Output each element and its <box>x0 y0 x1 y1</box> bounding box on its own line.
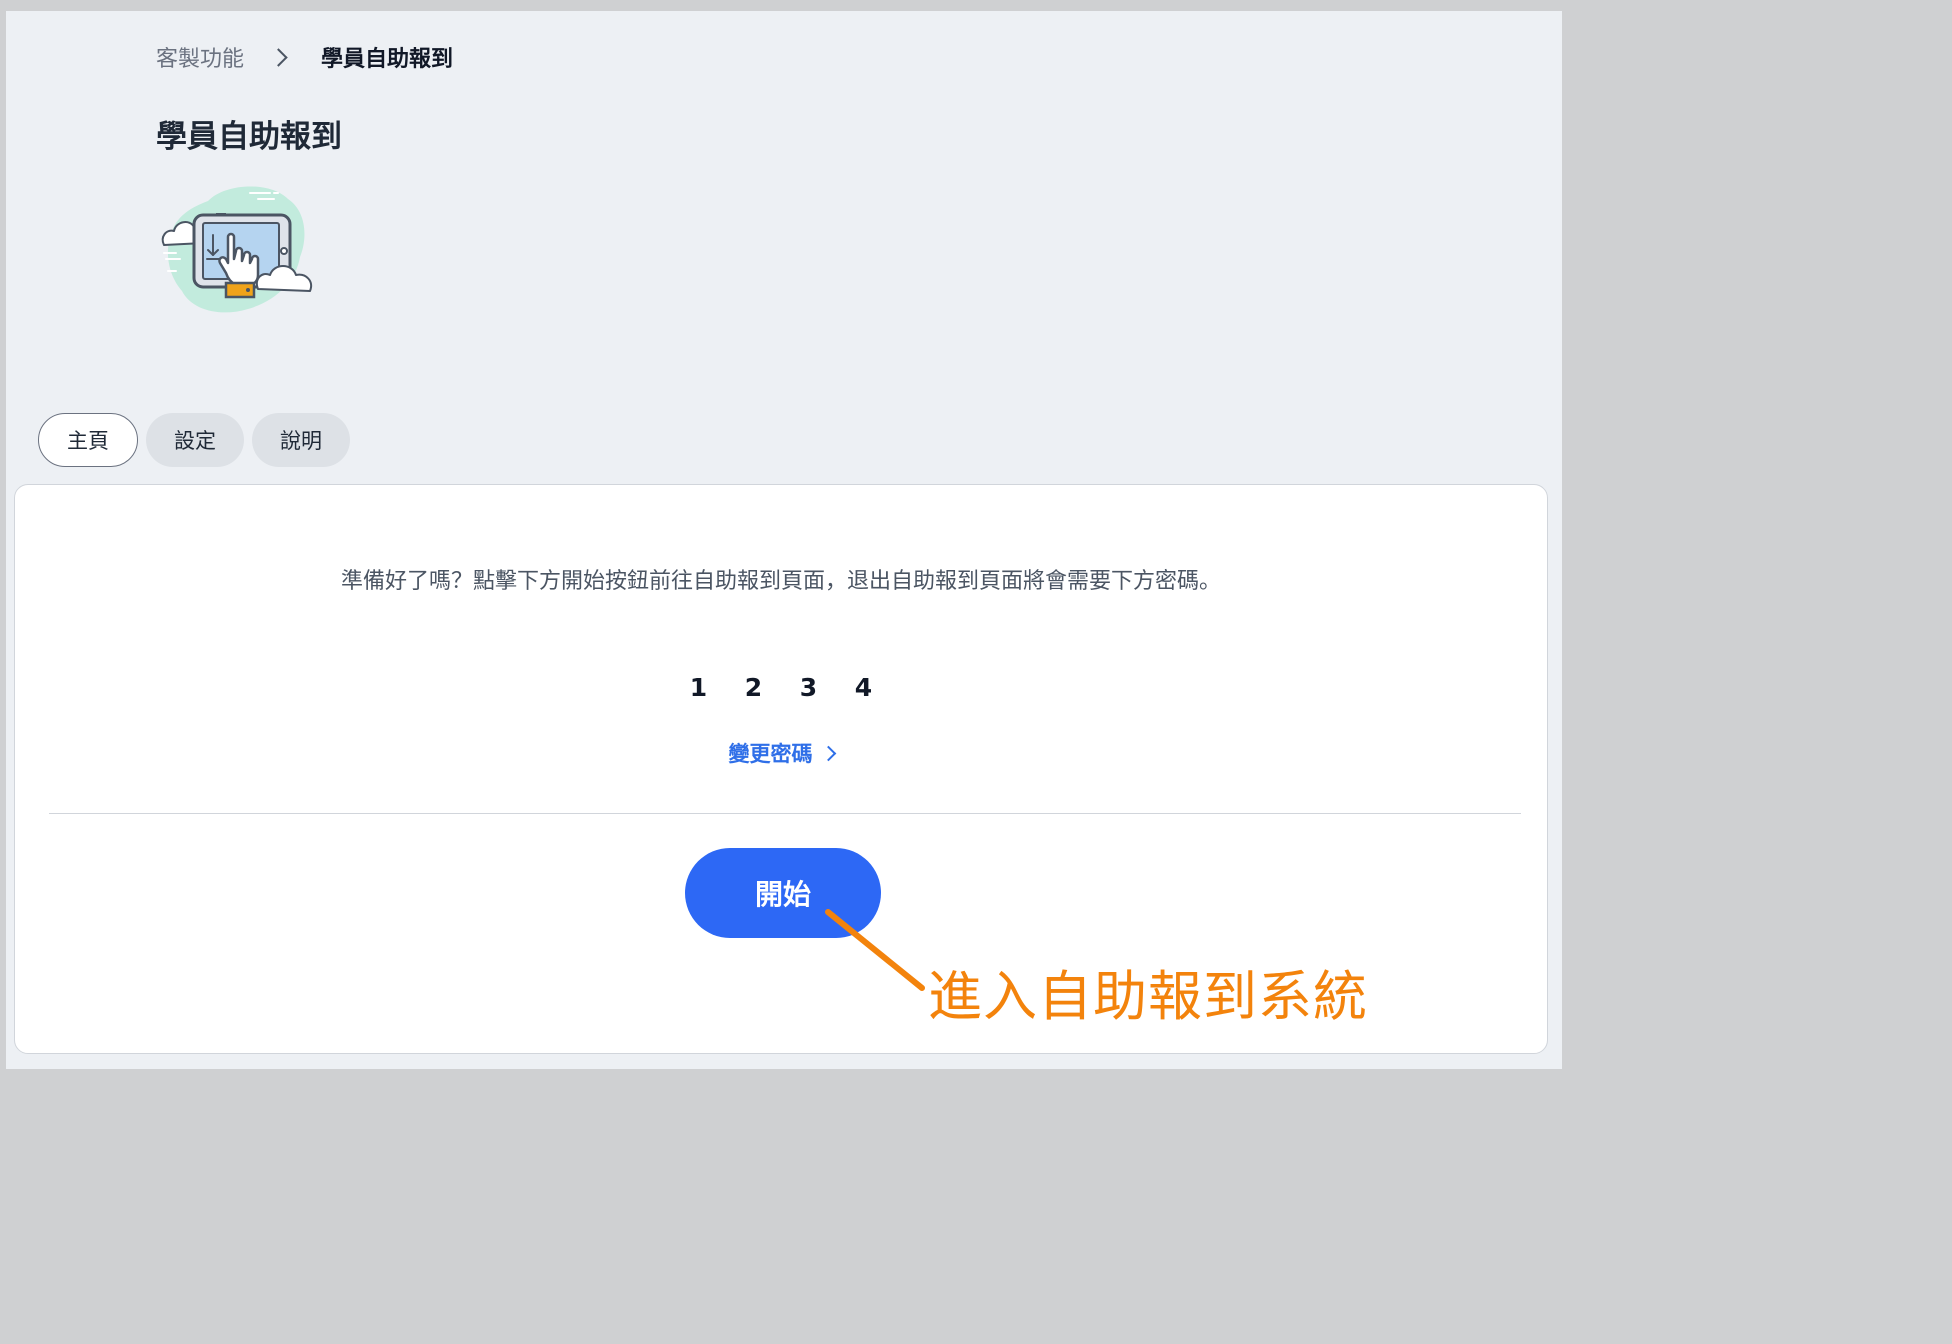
tab-settings[interactable]: 設定 <box>146 413 244 467</box>
app-window: 客製功能 學員自助報到 學員自助報到 主頁 設定 說明 準備好了嗎？點擊下方開始… <box>6 11 1562 1069</box>
divider <box>49 813 1521 814</box>
tablet-tap-illustration-icon <box>161 186 312 313</box>
chevron-right-icon <box>820 745 836 762</box>
password-digit: 4 <box>854 673 873 702</box>
breadcrumb-current: 學員自助報到 <box>321 47 454 72</box>
change-password-label: 變更密碼 <box>728 742 813 766</box>
page-title: 學員自助報到 <box>156 119 342 155</box>
tab-home[interactable]: 主頁 <box>38 413 138 467</box>
password-digit: 3 <box>799 673 818 702</box>
password-digit: 2 <box>744 673 763 702</box>
change-password-link[interactable]: 變更密碼 <box>15 738 1547 768</box>
password-digit: 1 <box>689 673 708 702</box>
breadcrumb-parent-link[interactable]: 客製功能 <box>156 41 244 73</box>
breadcrumb: 客製功能 學員自助報到 <box>156 41 453 73</box>
tab-bar: 主頁 設定 說明 <box>38 413 350 467</box>
start-button[interactable]: 開始 <box>685 848 881 938</box>
annotation-label: 進入自助報到系統 <box>928 965 1368 1028</box>
chevron-right-icon <box>269 47 288 67</box>
password-display: 1 2 3 4 <box>15 673 1547 702</box>
tab-help[interactable]: 說明 <box>252 413 350 467</box>
intro-text: 準備好了嗎？點擊下方開始按鈕前往自助報到頁面，退出自助報到頁面將會需要下方密碼。 <box>340 569 1221 594</box>
